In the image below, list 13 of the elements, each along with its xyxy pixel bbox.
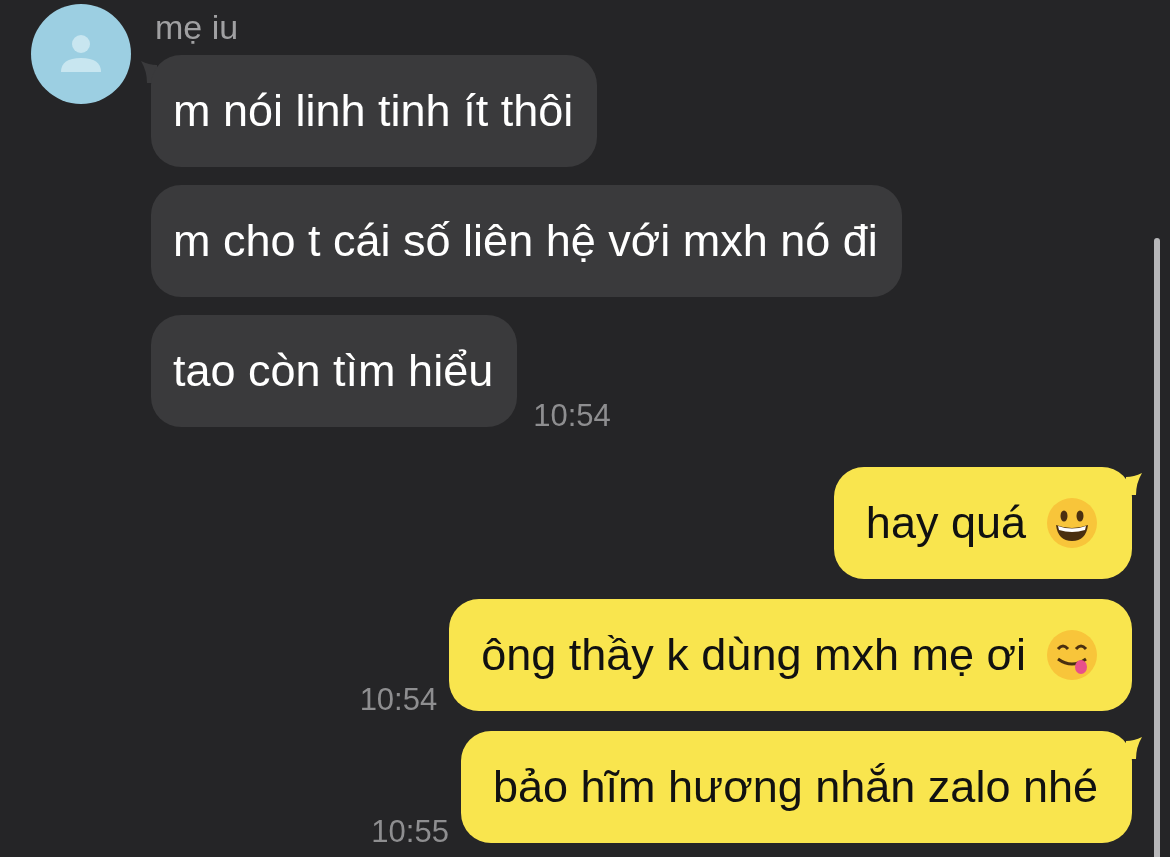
message-bubble: m cho t cái số liên hệ với mxh nó đi [151, 185, 902, 297]
message-time: 10:55 [371, 815, 449, 849]
tongue-out-face-icon [1046, 629, 1098, 681]
message-bubble: m nói linh tinh ít thôi [151, 55, 598, 167]
message-time: 10:54 [533, 399, 611, 433]
message-time: 10:54 [359, 683, 438, 717]
message-bubble: bảo hĩm hương nhắn zalo nhé [460, 731, 1132, 843]
contact-name: mẹ iu [155, 8, 240, 46]
grinning-face-icon [1046, 497, 1098, 549]
message-bubble: ông thầy k dùng mxh mẹ ơi [449, 599, 1132, 711]
message-bubble: hay quá [833, 467, 1132, 579]
message-bubble: tao còn tìm hiểu [151, 315, 518, 427]
scrollbar[interactable] [1154, 238, 1160, 857]
